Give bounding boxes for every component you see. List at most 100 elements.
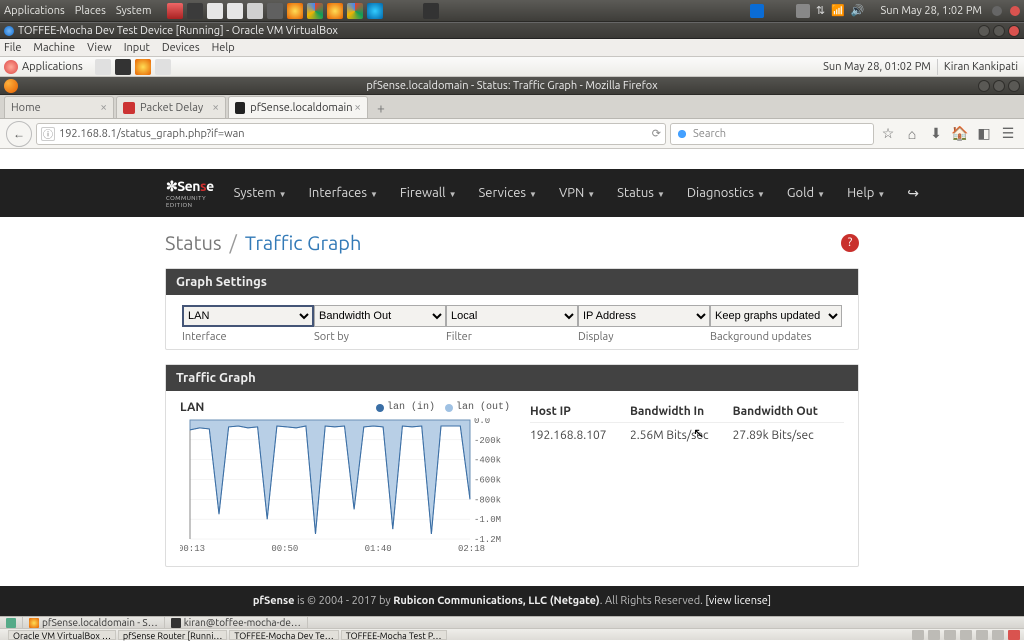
help-icon[interactable]: ? <box>841 234 859 252</box>
url-bar[interactable]: ⓘ 192.168.8.1/status_graph.php?if=wan ⟳ <box>36 123 666 145</box>
tray-icon[interactable] <box>227 3 243 19</box>
nav-system[interactable]: System▼ <box>234 186 287 200</box>
vbox-status-icon[interactable] <box>1008 630 1020 640</box>
downloads-icon[interactable]: ⬇ <box>926 124 946 144</box>
nav-vpn[interactable]: VPN▼ <box>559 186 595 200</box>
sidebar-icon[interactable]: ◧ <box>974 124 994 144</box>
chrome-icon[interactable] <box>307 3 323 19</box>
minimize-button[interactable] <box>978 80 990 92</box>
tray-icon[interactable] <box>187 3 203 19</box>
taskbar-item[interactable]: TOFFEE-Mocha Dev Te… <box>229 630 338 640</box>
firefox-launcher-icon[interactable] <box>135 59 151 75</box>
host-table: Host IP Bandwidth In Bandwidth Out 192.1… <box>530 401 844 556</box>
col-bandwidth-out: Bandwidth Out <box>733 401 844 423</box>
guest-user[interactable]: Kiran Kankipati <box>944 61 1018 73</box>
new-tab-button[interactable]: + <box>370 98 392 118</box>
pfsense-brand[interactable]: ✼Sense COMMUNITY EDITION <box>166 178 214 208</box>
tray-icon[interactable] <box>247 3 263 19</box>
identity-icon[interactable]: ⓘ <box>41 127 55 141</box>
launcher-icon[interactable] <box>155 59 171 75</box>
minimize-button[interactable] <box>978 25 990 37</box>
select-background-updates[interactable]: Keep graphs updated <box>710 305 842 327</box>
vbox-menu-help[interactable]: Help <box>212 42 235 54</box>
bookmark-star-icon[interactable]: ☆ <box>878 124 898 144</box>
firefox-icon[interactable] <box>287 3 303 19</box>
nav-help[interactable]: Help▼ <box>847 186 885 200</box>
taskbar-item[interactable]: Oracle VM VirtualBox … <box>8 630 116 640</box>
breadcrumb-current[interactable]: Traffic Graph <box>245 231 361 254</box>
close-button[interactable] <box>1008 25 1020 37</box>
tray-icon[interactable] <box>267 3 283 19</box>
logout-icon[interactable]: ↪ <box>907 185 919 202</box>
search-bar[interactable]: Search <box>670 123 874 145</box>
close-button[interactable] <box>1008 80 1020 92</box>
tray-icon[interactable] <box>796 4 810 18</box>
vbox-status-icon[interactable] <box>912 630 924 640</box>
nav-firewall[interactable]: Firewall▼ <box>400 186 457 200</box>
vbox-status-icon[interactable] <box>928 630 940 640</box>
vbox-menu-input[interactable]: Input <box>124 42 150 54</box>
home-icon[interactable]: 🏠 <box>950 124 970 144</box>
view-license-link[interactable]: [view license] <box>705 595 771 607</box>
select-display[interactable]: IP Address <box>578 305 710 327</box>
hamburger-menu-icon[interactable]: ☰ <box>998 124 1018 144</box>
show-desktop-button[interactable] <box>0 617 23 628</box>
wifi-icon[interactable]: 📶 <box>831 4 845 17</box>
close-tab-icon[interactable]: × <box>100 101 107 114</box>
tray-icon[interactable] <box>423 3 439 19</box>
taskbar-item[interactable]: pfSense Router [Runni… <box>118 630 227 640</box>
select-interface[interactable]: LAN <box>182 305 314 327</box>
volume-icon[interactable]: 🔊 <box>851 4 865 17</box>
launcher-icon[interactable] <box>95 59 111 75</box>
browser-tab-packetdelay[interactable]: Packet Delay × <box>116 96 226 118</box>
vbox-menu-machine[interactable]: Machine <box>33 42 75 54</box>
nav-services[interactable]: Services▼ <box>478 186 536 200</box>
breadcrumb-parent[interactable]: Status <box>165 231 222 254</box>
power-icon[interactable] <box>1010 6 1020 16</box>
terminal-icon[interactable] <box>115 59 131 75</box>
reload-icon[interactable]: ⟳ <box>652 127 661 140</box>
host-menu-places[interactable]: Places <box>75 5 106 17</box>
vbox-status-icon[interactable] <box>992 630 1004 640</box>
panel-title: Traffic Graph <box>166 365 858 391</box>
vbox-status-icon[interactable] <box>944 630 956 640</box>
back-button[interactable]: ← <box>6 121 32 147</box>
col-bandwidth-in: Bandwidth In <box>630 401 733 423</box>
nav-diagnostics[interactable]: Diagnostics▼ <box>687 186 765 200</box>
maximize-button[interactable] <box>993 25 1005 37</box>
vbox-menu-devices[interactable]: Devices <box>162 42 200 54</box>
pocket-icon[interactable]: ⌂ <box>902 124 922 144</box>
browser-tab-pfsense[interactable]: pfSense.localdomain - … × <box>228 96 368 118</box>
taskbar-item[interactable]: pfSense.localdomain - S… <box>23 617 165 628</box>
vbox-menu-file[interactable]: File <box>4 42 21 54</box>
chrome-icon[interactable] <box>347 3 363 19</box>
maximize-button[interactable] <box>993 80 1005 92</box>
firefox-icon[interactable] <box>327 3 343 19</box>
host-clock[interactable]: Sun May 28, 1:02 PM <box>881 5 982 17</box>
vbox-status-icon[interactable] <box>976 630 988 640</box>
tray-icon[interactable] <box>750 4 764 18</box>
browser-tab-home[interactable]: Home × <box>4 96 114 118</box>
vbox-status-icon[interactable] <box>960 630 972 640</box>
session-icon[interactable] <box>992 6 1002 16</box>
nav-gold[interactable]: Gold▼ <box>787 186 825 200</box>
svg-text:00:13: 00:13 <box>180 544 205 553</box>
nav-interfaces[interactable]: Interfaces▼ <box>309 186 378 200</box>
select-sort-by[interactable]: Bandwidth Out <box>314 305 446 327</box>
host-menu-apps[interactable]: Applications <box>4 5 65 17</box>
taskbar-item[interactable]: kiran@toffee-mocha-de… <box>165 617 308 628</box>
skype-icon[interactable] <box>367 3 383 19</box>
tray-icon[interactable] <box>207 3 223 19</box>
select-filter[interactable]: Local <box>446 305 578 327</box>
close-tab-icon[interactable]: × <box>212 101 219 114</box>
host-menu-system[interactable]: System <box>116 5 152 17</box>
guest-clock[interactable]: Sun May 28, 01:02 PM <box>823 61 931 73</box>
nav-status[interactable]: Status▼ <box>617 186 665 200</box>
chart-title: LAN <box>180 401 204 414</box>
taskbar-item[interactable]: TOFFEE-Mocha Test P… <box>341 630 447 640</box>
firefox-toolbar: ← ⓘ 192.168.8.1/status_graph.php?if=wan … <box>0 119 1024 149</box>
tray-icon[interactable] <box>167 3 183 19</box>
close-tab-icon[interactable]: × <box>354 101 361 114</box>
vbox-menu-view[interactable]: View <box>87 42 112 54</box>
guest-apps-menu[interactable]: Applications <box>22 61 83 73</box>
